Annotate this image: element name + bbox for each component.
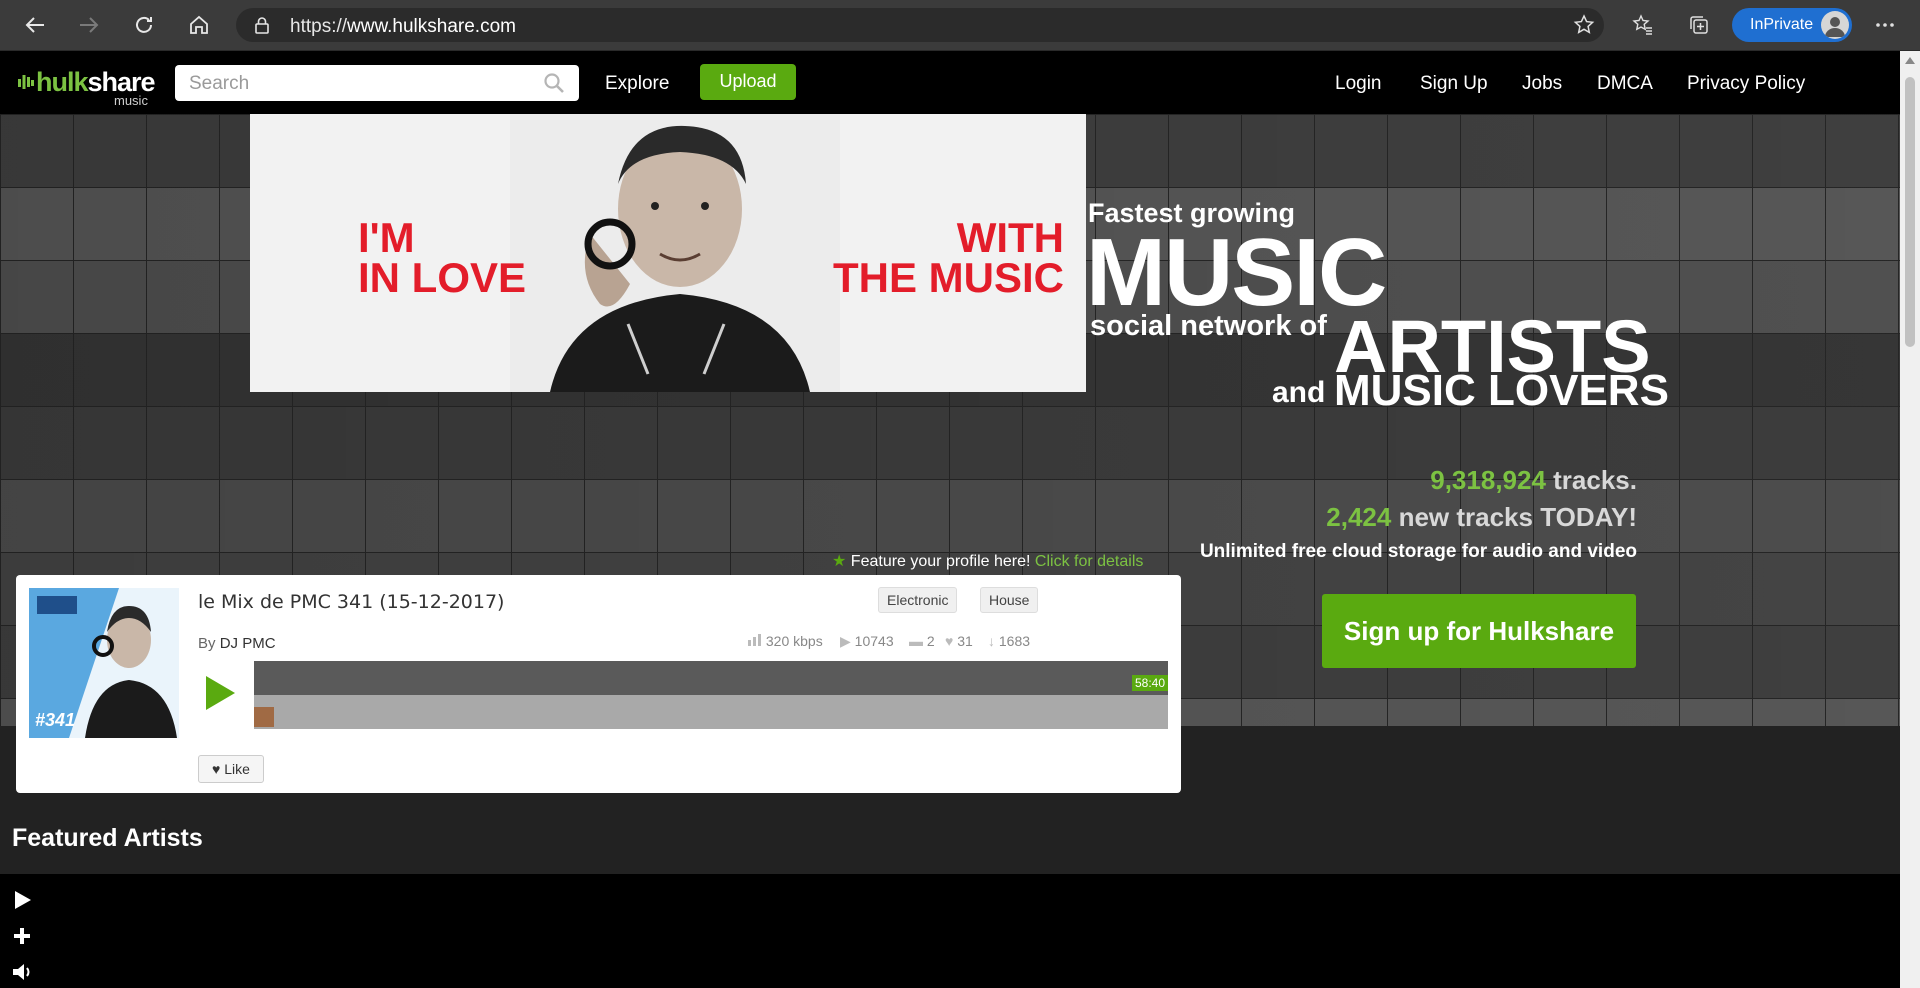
banner-line-im: I'M <box>358 214 415 261</box>
signup-link[interactable]: Sign Up <box>1420 73 1488 95</box>
track-title[interactable]: le Mix de PMC 341 (15-12-2017) <box>198 591 504 613</box>
address-bar[interactable]: https://www.hulkshare.com <box>236 8 1604 42</box>
tag-electronic[interactable]: Electronic <box>878 587 958 613</box>
featured-banner[interactable]: I'M IN LOVE WITH THE MUSIC <box>250 114 1086 392</box>
inprivate-label: InPrivate <box>1750 16 1814 33</box>
refresh-icon[interactable] <box>127 8 161 42</box>
heart-icon: ♥ <box>945 633 954 649</box>
bitrate-stat: 320 kbps <box>748 633 823 649</box>
plays-stat: ▶ 10743 <box>840 633 894 649</box>
tag-house[interactable]: House <box>980 587 1039 613</box>
home-icon[interactable] <box>182 8 216 42</box>
plays-icon: ▶ <box>840 633 851 649</box>
scroll-thumb[interactable] <box>1905 77 1915 347</box>
profile-avatar <box>1821 11 1849 39</box>
site-header: hulkshare music Explore Upload Login Sig… <box>0 51 1900 114</box>
like-label: Like <box>224 761 250 777</box>
signup-cta-button[interactable]: Sign up for Hulkshare <box>1322 594 1636 668</box>
tracks-count-line: 9,318,924 tracks. <box>1430 465 1637 495</box>
upload-button[interactable]: Upload <box>700 64 796 100</box>
waveform-upper <box>254 661 1168 695</box>
jobs-link[interactable]: Jobs <box>1522 73 1562 95</box>
add-favorite-icon[interactable] <box>1569 10 1599 40</box>
bitrate-icon <box>748 634 761 646</box>
search-icon[interactable] <box>543 72 565 94</box>
inprivate-button[interactable]: InPrivate <box>1732 8 1852 42</box>
search-box <box>175 65 579 101</box>
banner-text-left: I'M IN LOVE <box>358 214 527 301</box>
bottom-player-bar <box>0 874 1900 988</box>
page-scrollbar[interactable] <box>1900 51 1920 988</box>
waveform-lower <box>254 695 1168 729</box>
featured-track-card: #341 le Mix de PMC 341 (15-12-2017) By D… <box>16 575 1181 793</box>
comments-stat: ▬ 2 <box>909 633 935 649</box>
scroll-up-arrow-icon[interactable] <box>1905 57 1915 64</box>
cover-badge: #341 <box>35 710 76 730</box>
track-byline: By DJ PMC <box>198 635 276 652</box>
feature-profile-text: Feature your profile here! <box>850 553 1031 570</box>
browser-toolbar: https://www.hulkshare.com InPrivate <box>0 0 1920 51</box>
downloads-stat: ↓ 1683 <box>988 633 1031 649</box>
search-input[interactable] <box>187 71 531 97</box>
track-cover-art[interactable]: #341 <box>29 588 179 738</box>
track-duration: 58:40 <box>1131 675 1168 691</box>
featured-artists-heading: Featured Artists <box>12 824 203 852</box>
like-button[interactable]: ♥ Like <box>198 755 264 783</box>
storage-text: Unlimited free cloud storage for audio a… <box>1199 541 1637 562</box>
new-tracks-line: 2,424 new tracks TODAY! <box>1326 502 1637 532</box>
download-icon: ↓ <box>988 633 995 649</box>
more-icon[interactable] <box>1870 10 1900 40</box>
login-link[interactable]: Login <box>1335 73 1382 95</box>
dmca-link[interactable]: DMCA <box>1597 73 1653 95</box>
comment-avatar-marker[interactable] <box>254 707 274 727</box>
banner-text-right: WITH THE MUSIC <box>770 214 1064 301</box>
artist-link[interactable]: DJ PMC <box>220 635 276 652</box>
explore-link[interactable]: Explore <box>605 73 669 95</box>
banner-line-with: WITH <box>956 214 1064 261</box>
url-text: https://www.hulkshare.com <box>290 16 516 37</box>
banner-line-in-love: IN LOVE <box>358 254 527 301</box>
likes-stat: ♥ 31 <box>945 633 973 649</box>
heart-icon: ♥ <box>212 761 221 777</box>
favorites-icon[interactable] <box>1628 10 1658 40</box>
waveform-player[interactable]: 58:40 <box>254 661 1168 729</box>
back-icon[interactable] <box>18 8 52 42</box>
tagline-line3: social network of <box>1090 310 1327 342</box>
logo-subtitle: music <box>114 93 148 108</box>
lock-icon[interactable] <box>252 15 272 35</box>
click-for-details-link[interactable]: Click for details <box>1035 553 1143 570</box>
banner-line-the-music: THE MUSIC <box>833 254 1064 301</box>
play-icon[interactable] <box>202 673 238 713</box>
forward-icon[interactable] <box>72 8 106 42</box>
tagline-music-lovers: MUSIC LOVERS <box>1334 366 1669 415</box>
privacy-policy-link[interactable]: Privacy Policy <box>1687 73 1805 95</box>
comment-icon: ▬ <box>909 633 923 649</box>
volume-icon[interactable] <box>10 960 34 984</box>
feature-profile-link[interactable]: ★ Feature your profile here! Click for d… <box>832 551 1143 571</box>
add-to-playlist-icon[interactable] <box>10 924 34 948</box>
player-play-icon[interactable] <box>10 888 34 912</box>
collections-icon[interactable] <box>1684 10 1714 40</box>
star-icon: ★ <box>832 553 847 570</box>
tagline-and: and <box>1272 376 1326 409</box>
equalizer-icon <box>18 75 34 89</box>
